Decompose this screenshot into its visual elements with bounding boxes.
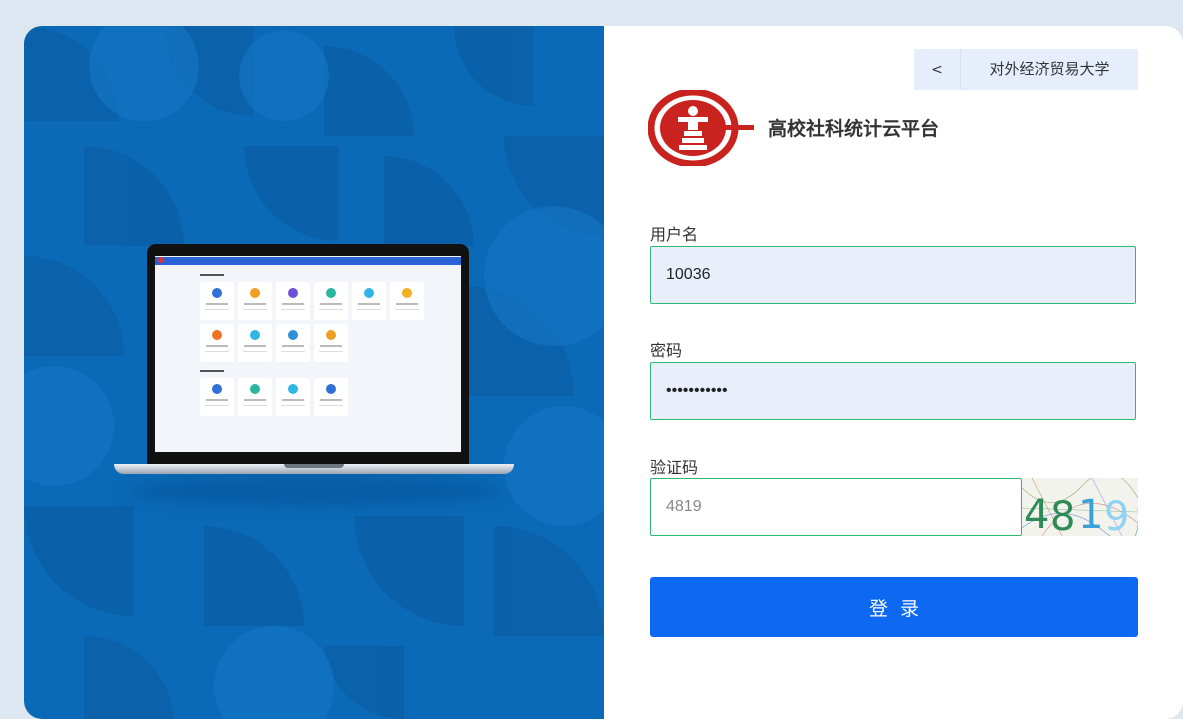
captcha-digit: 8 [1050,494,1075,536]
login-card: < 对外经济贸易大学 高校社科统计云平台 用户名 密码 验证码 [24,26,1183,719]
login-panel: < 对外经济贸易大学 高校社科统计云平台 用户名 密码 验证码 [604,26,1183,719]
school-name[interactable]: 对外经济贸易大学 [960,49,1138,90]
hero-panel [24,26,604,719]
platform-title: 高校社科统计云平台 [768,118,940,140]
laptop-illustration [114,244,514,514]
captcha-image[interactable]: 4 8 1 9 [1022,478,1138,536]
school-selector[interactable]: < 对外经济贸易大学 [914,49,1138,90]
username-input[interactable] [650,246,1136,304]
captcha-digit: 1 [1078,492,1103,536]
password-input[interactable] [650,362,1136,420]
captcha-digit: 9 [1104,494,1129,536]
captcha-input[interactable] [650,478,1022,536]
captcha-digit: 4 [1024,492,1049,536]
login-button[interactable]: 登录 [650,577,1138,637]
laptop-screen [155,256,461,452]
back-button[interactable]: < [914,62,960,78]
platform-logo [648,90,754,166]
captcha-label: 验证码 [650,458,699,477]
password-label: 密码 [650,341,683,360]
username-label: 用户名 [650,225,699,244]
